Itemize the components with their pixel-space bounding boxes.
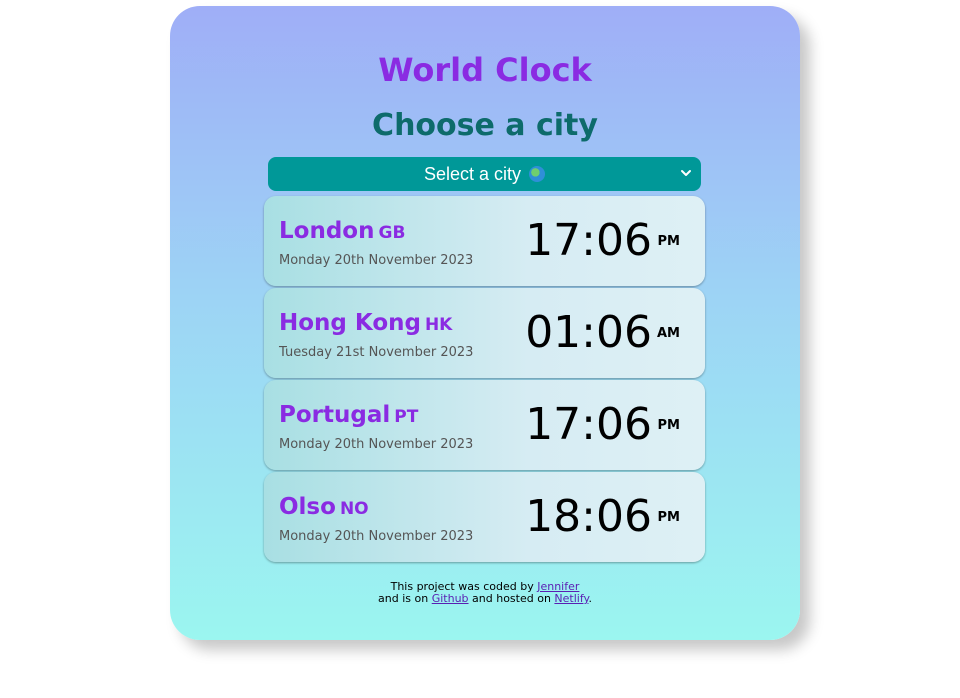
- city-row-olso: Olso NO Monday 20th November 2023 18:06 P…: [264, 472, 705, 562]
- city-row-hong-kong: Hong Kong HK Tuesday 21st November 2023 0…: [264, 288, 705, 378]
- city-name: Hong Kong HK: [279, 310, 452, 336]
- city-time: 17:06: [525, 399, 652, 450]
- footer: This project was coded by Jennifer and i…: [170, 581, 800, 605]
- footer-line-2: and is on Github and hosted on Netlify.: [170, 593, 800, 605]
- city-time: 01:06: [525, 307, 652, 358]
- city-name-text: Olso: [279, 494, 336, 520]
- city-time: 18:06: [525, 491, 652, 542]
- footer-text: and hosted on: [472, 592, 551, 605]
- city-ampm: PM: [657, 510, 680, 525]
- github-link[interactable]: Github: [432, 592, 469, 605]
- city-name-text: Portugal: [279, 402, 391, 428]
- city-date: Monday 20th November 2023: [279, 529, 474, 544]
- city-name: Olso NO: [279, 494, 369, 520]
- city-name-text: London: [279, 218, 375, 244]
- city-select[interactable]: Select a city: [268, 157, 701, 191]
- city-name: London GB: [279, 218, 405, 244]
- chevron-down-icon: [681, 170, 691, 176]
- city-date: Tuesday 21st November 2023: [279, 345, 474, 360]
- city-date: Monday 20th November 2023: [279, 437, 474, 452]
- country-code: NO: [339, 499, 369, 519]
- city-name-text: Hong Kong: [279, 310, 421, 336]
- footer-text: and is on: [378, 592, 429, 605]
- city-row-portugal: Portugal PT Monday 20th November 2023 17:…: [264, 380, 705, 470]
- city-ampm: PM: [657, 418, 680, 433]
- city-select-label: Select a city: [423, 163, 522, 184]
- city-ampm: AM: [657, 326, 680, 341]
- country-code: PT: [394, 407, 419, 427]
- city-ampm: PM: [657, 234, 680, 249]
- city-row-london: London GB Monday 20th November 2023 17:06…: [264, 196, 705, 286]
- city-date: Monday 20th November 2023: [279, 253, 474, 268]
- netlify-link[interactable]: Netlify: [554, 592, 588, 605]
- country-code: HK: [424, 315, 453, 335]
- footer-text: .: [588, 592, 592, 605]
- country-code: GB: [378, 223, 406, 243]
- app-title: World Clock: [378, 51, 592, 89]
- world-clock-card: World Clock Choose a city Select a city …: [170, 6, 800, 640]
- city-time: 17:06: [525, 215, 652, 266]
- app-subtitle: Choose a city: [372, 108, 598, 143]
- globe-icon: [529, 166, 546, 182]
- city-name: Portugal PT: [279, 402, 418, 428]
